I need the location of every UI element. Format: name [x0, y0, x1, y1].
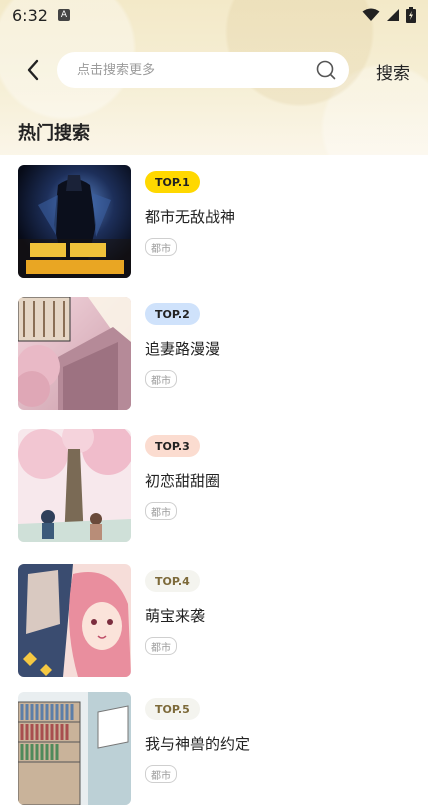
list-item[interactable]: TOP.3 初恋甜甜圈 都市 [18, 429, 410, 543]
comic-title[interactable]: 都市无敌战神 [145, 206, 235, 227]
rank-badge: TOP.1 [145, 171, 200, 193]
rank-badge: TOP.2 [145, 303, 200, 325]
cover-image[interactable] [18, 429, 131, 542]
comic-cover-tree-couple [18, 429, 131, 542]
list-item[interactable]: TOP.5 我与神兽的约定 都市 [18, 692, 410, 806]
section-title: 热门搜索 [18, 123, 90, 144]
status-time: 6:32 [12, 5, 48, 25]
wifi-icon [362, 8, 380, 21]
rank-badge: TOP.5 [145, 698, 200, 720]
genre-tag: 都市 [145, 765, 177, 783]
genre-tag: 都市 [145, 637, 177, 655]
comic-cover-bookshelf [18, 692, 131, 805]
comic-title[interactable]: 我与神兽的约定 [145, 733, 250, 754]
cover-image[interactable] [18, 165, 131, 278]
hot-search-list: TOP.1 都市无敌战神 都市 TOP.2 追妻路漫漫 都市 TOP.3 初恋甜… [0, 155, 428, 805]
comic-title[interactable]: 萌宝来袭 [145, 605, 205, 626]
notification-icon: A [57, 9, 70, 21]
list-item[interactable]: TOP.1 都市无敌战神 都市 [18, 165, 410, 279]
genre-tag: 都市 [145, 502, 177, 520]
battery-icon [406, 7, 416, 23]
cover-image[interactable] [18, 297, 131, 410]
comic-cover-warrior [18, 165, 131, 278]
rank-badge: TOP.4 [145, 570, 200, 592]
genre-tag: 都市 [145, 370, 177, 388]
comic-cover-blossom-house [18, 297, 131, 410]
search-input[interactable] [75, 61, 315, 79]
comic-cover-pink-hair-girl [18, 564, 131, 677]
cover-image[interactable] [18, 692, 131, 805]
cover-image[interactable] [18, 564, 131, 677]
search-icon[interactable] [315, 59, 337, 81]
status-bar: 6:32 A [0, 0, 428, 30]
comic-title[interactable]: 初恋甜甜圈 [145, 470, 220, 491]
genre-tag: 都市 [145, 238, 177, 256]
list-item[interactable]: TOP.4 萌宝来袭 都市 [18, 564, 410, 678]
list-item[interactable]: TOP.2 追妻路漫漫 都市 [18, 297, 410, 411]
rank-badge: TOP.3 [145, 435, 200, 457]
search-button[interactable]: 搜索 [376, 59, 410, 84]
chevron-left-icon [27, 59, 39, 81]
comic-title[interactable]: 追妻路漫漫 [145, 338, 220, 359]
signal-icon [387, 9, 399, 21]
search-header: 搜索 [0, 50, 428, 90]
back-button[interactable] [20, 56, 46, 84]
search-box[interactable] [57, 52, 349, 88]
